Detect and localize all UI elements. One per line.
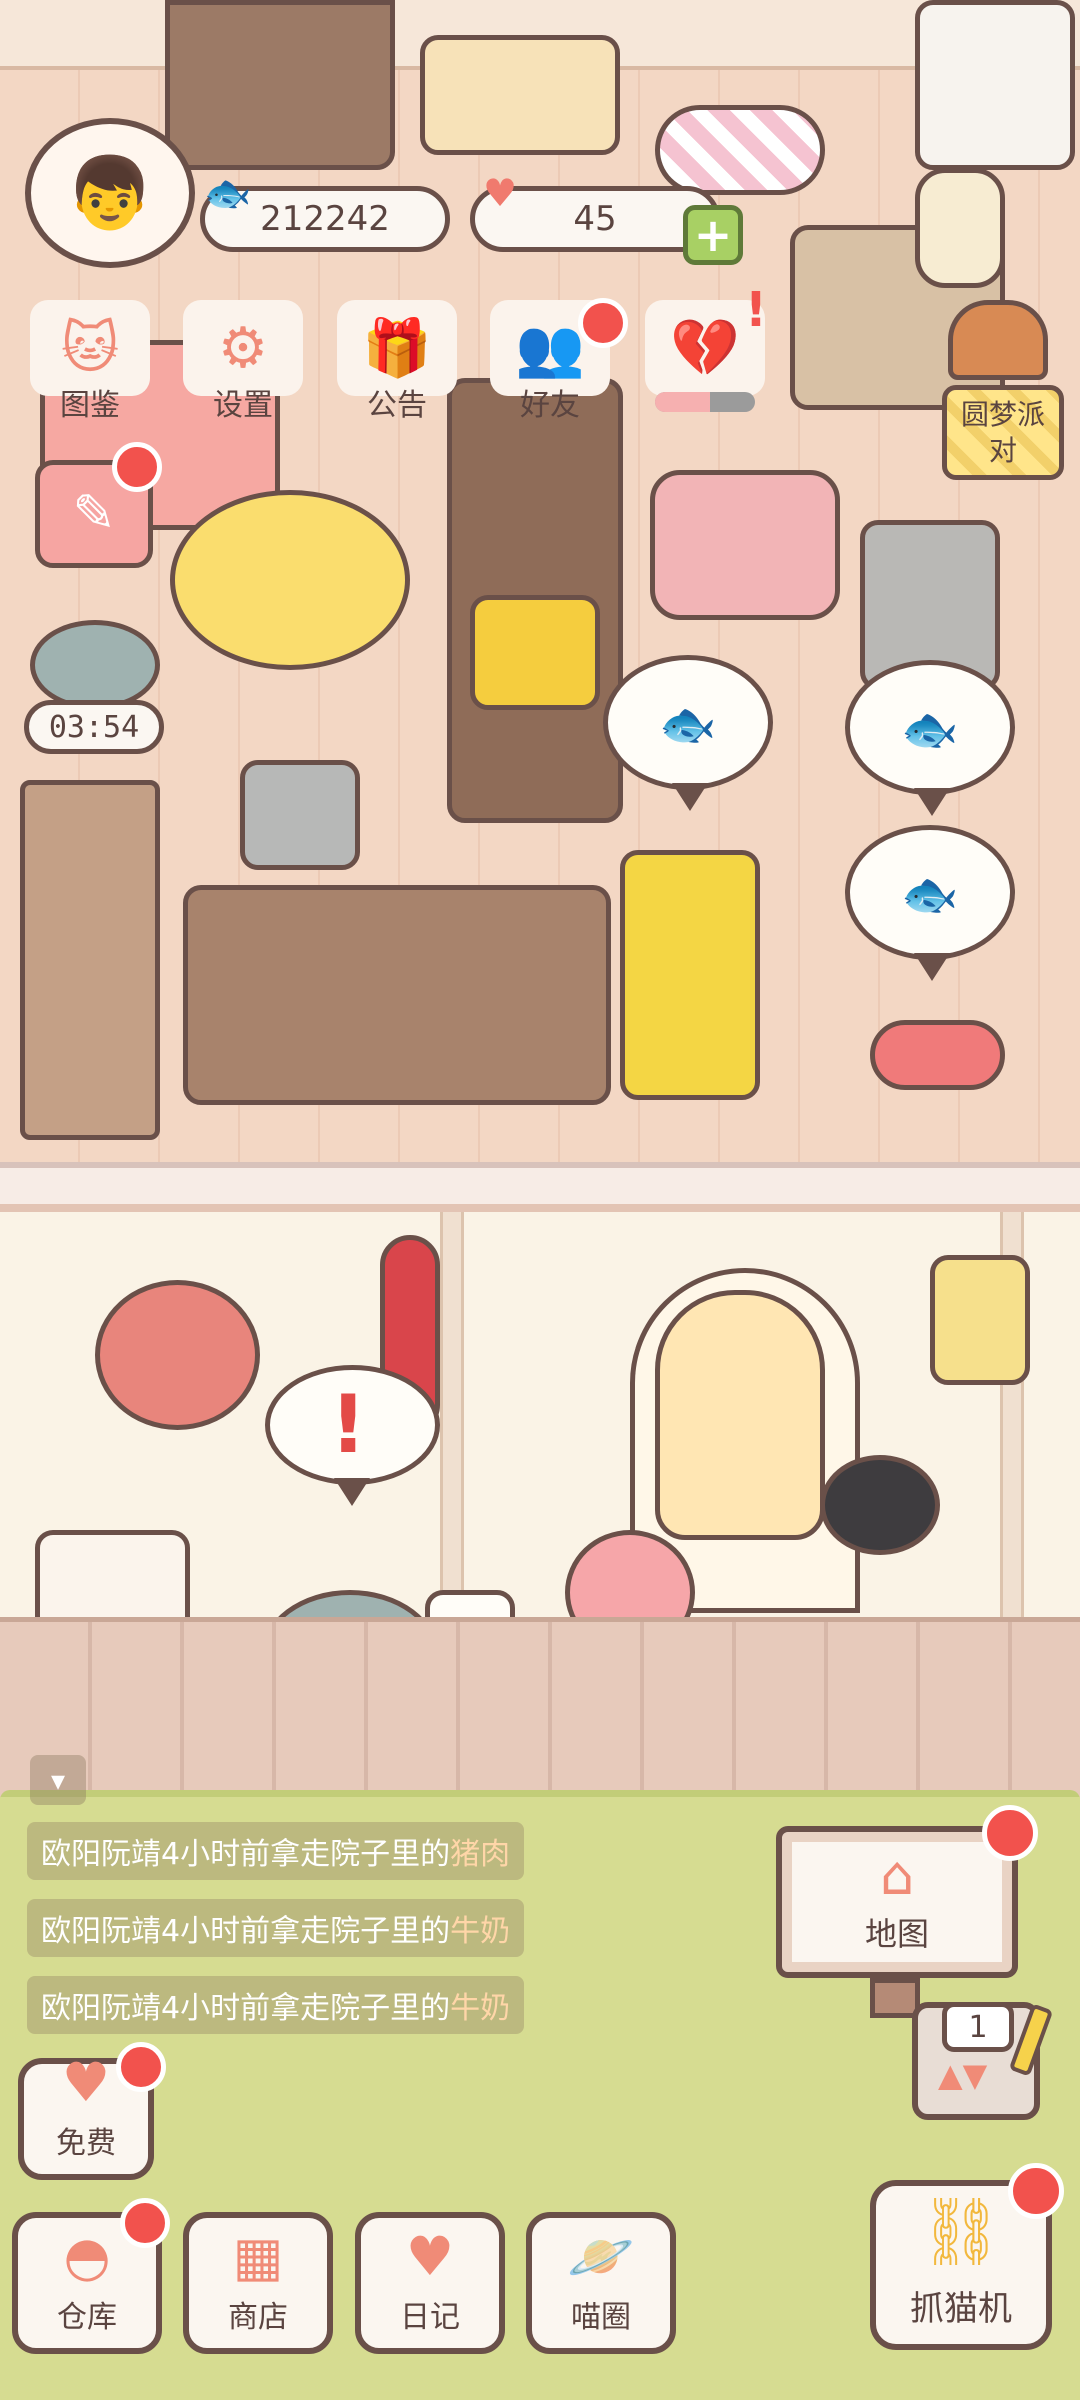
plus-icon: + — [693, 208, 733, 262]
visitor-character[interactable] — [655, 1290, 825, 1540]
activity-feed-item: 欧阳阮靖 4小时前拿走院子里的 牛奶 — [27, 1976, 525, 2034]
fish-bubble-3[interactable]: 🐟 — [845, 825, 1015, 981]
free-notification-badge — [116, 2042, 166, 2092]
feed-user: 欧阳阮靖 — [41, 1991, 161, 2026]
floor-divider — [0, 1162, 1080, 1212]
exclamation-badge: ! — [745, 282, 767, 338]
exclamation-icon: ! — [330, 1378, 367, 1471]
fish-bubble-1[interactable]: 🐟 — [603, 655, 773, 811]
kettle[interactable] — [915, 168, 1005, 288]
broken-heart-icon: 💔 — [670, 316, 740, 381]
fish-icon: 🐟 — [901, 701, 959, 756]
slot-arrows-icon: ▲▼ — [938, 2056, 988, 2094]
player-avatar[interactable]: 👦 — [25, 118, 195, 268]
planet-cat-icon: 🪐 — [567, 2225, 635, 2288]
map-button[interactable]: ⌂ 地图 — [776, 1826, 1018, 1978]
water-cooler[interactable] — [915, 0, 1075, 170]
feed-user: 欧阳阮靖 — [41, 1914, 161, 1949]
add-hearts-button[interactable]: + — [683, 205, 743, 265]
potted-plant[interactable] — [240, 760, 360, 870]
friends-icon: 👥 — [515, 316, 585, 381]
striped-cushion[interactable] — [655, 105, 825, 195]
gear-icon: ⚙ — [217, 315, 269, 381]
feed-user: 欧阳阮靖 — [41, 1837, 161, 1872]
fish-coin-value: 212242 — [260, 199, 390, 239]
pencil-icon: ✎ — [72, 484, 116, 544]
porch-floor — [0, 1617, 1080, 1797]
map-label: 地图 — [864, 1915, 929, 1953]
claw-machine-label: 抓猫机 — [910, 2289, 1012, 2329]
feed-toggle-icon[interactable]: ▾ — [30, 1755, 86, 1805]
heart-value: 45 — [573, 199, 617, 239]
fish-bubble-2[interactable]: 🐟 — [845, 660, 1015, 816]
tile-friends-label: 好友 — [520, 388, 580, 423]
nav-warehouse-label: 仓库 — [57, 2300, 117, 2335]
record-player[interactable] — [470, 595, 600, 710]
tile-announcement-label: 公告 — [367, 388, 427, 423]
feed-item: 猪肉 — [450, 1837, 511, 1872]
feed-text: 4小时前拿走院子里的 — [161, 1914, 451, 1949]
pink-backpack[interactable] — [650, 470, 840, 620]
flower-cat-tree[interactable] — [620, 850, 760, 1100]
nav-diary-label: 日记 — [400, 2300, 460, 2335]
mouse-icon[interactable] — [30, 620, 160, 710]
fish-coin-icon: 🐟 — [204, 170, 252, 215]
coat-rack[interactable] — [20, 780, 160, 1140]
nav-diary[interactable]: ♥ 日记 — [355, 2212, 505, 2354]
tile-settings-label: 设置 — [213, 388, 273, 423]
friends-notification-badge — [578, 298, 628, 348]
nav-shop[interactable]: ▦ 商店 — [183, 2212, 333, 2354]
alert-bubble[interactable]: ! — [265, 1365, 440, 1506]
cat-book-icon: 🐱 — [60, 315, 120, 381]
slot-count-badge: 1 — [942, 2002, 1014, 2052]
claw-notification-badge — [1008, 2163, 1064, 2219]
toucan-perch[interactable] — [820, 1455, 940, 1555]
house-icon: ⌂ — [879, 1844, 915, 1907]
tv-cabinet[interactable] — [165, 0, 395, 170]
activity-feed-item: 欧阳阮靖 4小时前拿走院子里的 猪肉 — [27, 1822, 525, 1880]
mouse-timer: 03:54 — [24, 700, 164, 754]
party-event-label: 圆梦派对 — [960, 397, 1045, 467]
note-notification-badge — [112, 442, 162, 492]
gift-icon: 🎁 — [362, 316, 432, 381]
yellow-beanbag[interactable] — [170, 490, 410, 670]
tile-catalog-label: 图鉴 — [60, 388, 120, 423]
broken-heart-progress — [655, 392, 755, 412]
feed-item: 牛奶 — [450, 1914, 511, 1949]
activity-feed-item: 欧阳阮靖 4小时前拿走院子里的 牛奶 — [27, 1899, 525, 1957]
claw-icon: ⛓ — [919, 2193, 1003, 2270]
nav-meow-circle-label: 喵圈 — [571, 2300, 631, 2335]
pig-wall-plaque — [95, 1280, 260, 1430]
wall-lantern[interactable] — [930, 1255, 1030, 1385]
feed-item: 牛奶 — [450, 1991, 511, 2026]
slot-count: 1 — [968, 2009, 988, 2045]
free-label: 免费 — [56, 2126, 116, 2161]
wall-beam — [440, 1212, 464, 1617]
face-icon: 👦 — [66, 151, 154, 234]
fish-icon: 🐟 — [901, 866, 959, 921]
party-dog-icon — [948, 300, 1048, 380]
nav-meow-circle[interactable]: 🪐 喵圈 — [526, 2212, 676, 2354]
heart-gift-icon: ♥ — [61, 2051, 111, 2114]
cat-in-box[interactable] — [420, 35, 620, 155]
nav-shop-label: 商店 — [228, 2300, 288, 2335]
food-bowl[interactable] — [870, 1020, 1005, 1090]
feed-text: 4小时前拿走院子里的 — [161, 1991, 451, 2026]
mouse-timer-value: 03:54 — [48, 709, 140, 745]
coffee-table[interactable] — [183, 885, 611, 1105]
shop-icon: ▦ — [232, 2225, 284, 2288]
heart-icon: ♥ — [482, 171, 518, 215]
feed-text: 4小时前拿走院子里的 — [161, 1837, 451, 1872]
map-notification-badge — [982, 1805, 1038, 1861]
warehouse-notification-badge — [120, 2198, 170, 2248]
party-event-button[interactable]: 圆梦派对 — [942, 385, 1064, 480]
warehouse-icon: ◓ — [63, 2225, 111, 2288]
diary-icon: ♥ — [405, 2225, 455, 2288]
fish-icon: 🐟 — [659, 696, 717, 751]
